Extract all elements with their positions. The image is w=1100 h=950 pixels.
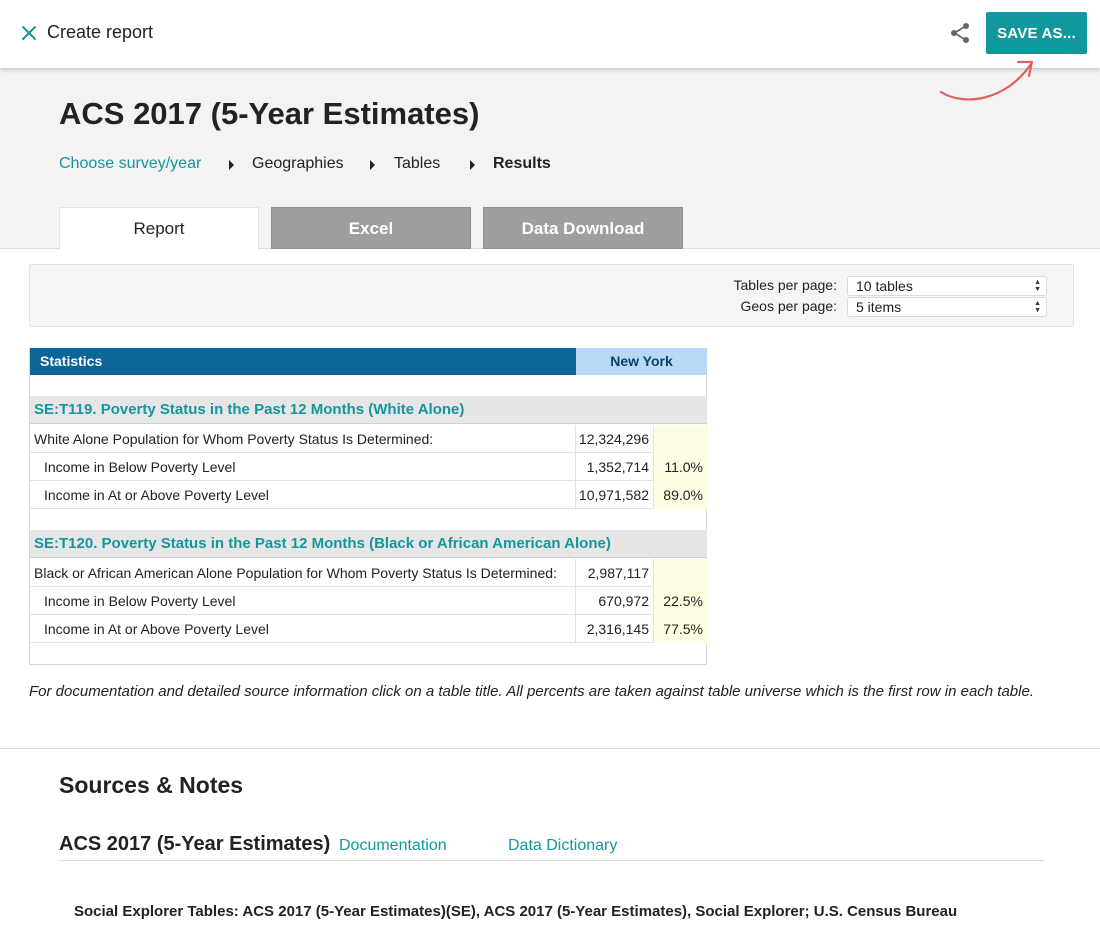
table-row: Income in Below Poverty Level 1,352,714 … — [30, 453, 707, 481]
row-percent — [654, 425, 707, 453]
select-arrows-icon: ▲ ▼ — [1034, 279, 1041, 293]
table-title-link[interactable]: SE:T120. Poverty Status in the Past 12 M… — [30, 530, 707, 558]
chevron-right-icon — [229, 160, 234, 170]
row-label: Income in Below Poverty Level — [30, 587, 576, 615]
documentation-link[interactable]: Documentation — [339, 837, 447, 855]
row-percent — [654, 559, 707, 587]
table-row: Income in Below Poverty Level 670,972 22… — [30, 587, 707, 615]
chevron-right-icon — [470, 160, 475, 170]
row-value: 2,316,145 — [576, 615, 654, 643]
table-row: Income in At or Above Poverty Level 10,9… — [30, 481, 707, 509]
tab-report[interactable]: Report — [59, 207, 259, 250]
row-percent: 77.5% — [654, 615, 707, 643]
row-percent: 22.5% — [654, 587, 707, 615]
geo-header: New York — [576, 348, 707, 375]
row-label: Black or African American Alone Populati… — [30, 559, 576, 587]
chevron-right-icon — [370, 160, 375, 170]
row-label: Income in At or Above Poverty Level — [30, 481, 576, 509]
geos-per-page-value: 5 items — [856, 299, 902, 315]
tab-data-download[interactable]: Data Download — [483, 207, 683, 249]
data-table: Statistics New York SE:T119. Poverty Sta… — [29, 348, 707, 665]
row-value: 670,972 — [576, 587, 654, 615]
row-value: 1,352,714 — [576, 453, 654, 481]
options-bar: Tables per page: 10 tables ▲ ▼ Geos per p… — [29, 264, 1074, 327]
sources-survey-title: ACS 2017 (5-Year Estimates) — [59, 833, 331, 855]
topbar-title: Create report — [47, 22, 154, 42]
section-divider — [0, 748, 1100, 749]
breadcrumb-tables[interactable]: Tables — [394, 155, 440, 173]
row-value: 10,971,582 — [576, 481, 654, 509]
row-label: Income in Below Poverty Level — [30, 453, 576, 481]
source-citation: Social Explorer Tables: ACS 2017 (5-Year… — [74, 903, 958, 920]
documentation-note: For documentation and detailed source in… — [29, 683, 1034, 700]
sources-divider — [59, 860, 1044, 861]
close-icon[interactable] — [20, 24, 38, 42]
table-row: Black or African American Alone Populati… — [30, 559, 707, 587]
tables-per-page-select[interactable]: 10 tables ▲ ▼ — [847, 276, 1047, 296]
page-title: ACS 2017 (5-Year Estimates) — [59, 96, 480, 131]
row-label: Income in At or Above Poverty Level — [30, 615, 576, 643]
geos-per-page-select[interactable]: 5 items ▲ ▼ — [847, 297, 1047, 317]
breadcrumb-choose-survey[interactable]: Choose survey/year — [59, 155, 201, 173]
table-title-link[interactable]: SE:T119. Poverty Status in the Past 12 M… — [30, 396, 707, 424]
data-dictionary-link[interactable]: Data Dictionary — [508, 837, 617, 855]
select-arrows-icon: ▲ ▼ — [1034, 300, 1041, 314]
tables-per-page-value: 10 tables — [856, 278, 913, 294]
row-label: White Alone Population for Whom Poverty … — [30, 425, 576, 453]
table-row: Income in At or Above Poverty Level 2,31… — [30, 615, 707, 643]
table-row: White Alone Population for Whom Poverty … — [30, 425, 707, 453]
row-value: 12,324,296 — [576, 425, 654, 453]
row-percent: 11.0% — [654, 453, 707, 481]
geos-per-page-label: Geos per page: — [740, 298, 837, 314]
annotation-arrow — [939, 60, 1034, 101]
breadcrumb-geographies[interactable]: Geographies — [252, 155, 344, 173]
sources-title: Sources & Notes — [59, 772, 244, 798]
row-percent: 89.0% — [654, 481, 707, 509]
row-value: 2,987,117 — [576, 559, 654, 587]
statistics-header: Statistics — [30, 348, 576, 375]
tab-excel[interactable]: Excel — [271, 207, 471, 249]
breadcrumb-results[interactable]: Results — [493, 155, 551, 173]
share-icon[interactable] — [948, 21, 972, 45]
tables-per-page-label: Tables per page: — [733, 277, 837, 293]
save-as-button[interactable]: SAVE AS... — [986, 12, 1087, 54]
